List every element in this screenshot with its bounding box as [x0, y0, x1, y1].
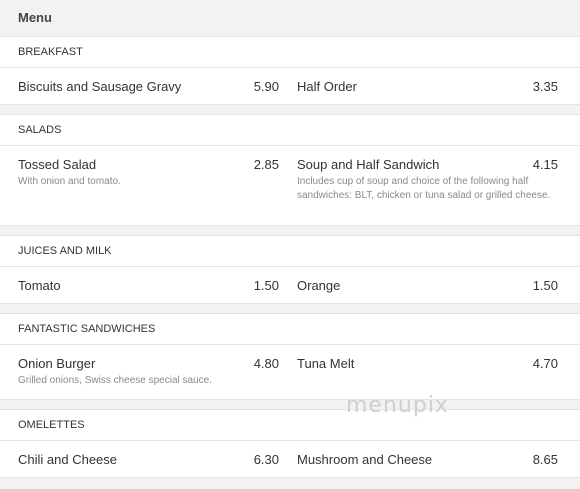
menu-item[interactable]: Biscuits and Sausage Gravy 5.90 — [0, 68, 279, 104]
item-price: 4.70 — [532, 356, 558, 371]
section-gap — [0, 400, 580, 409]
item-price: 1.50 — [532, 278, 558, 293]
item-price: 4.15 — [532, 157, 558, 172]
section-items: Onion Burger 4.80 Grilled onions, Swiss … — [0, 345, 580, 400]
watermark-logo: menupix — [346, 393, 449, 418]
item-price: 4.80 — [253, 356, 279, 371]
section-gap — [0, 304, 580, 313]
menu-item[interactable]: Soup and Half Sandwich 4.15 Includes cup… — [279, 146, 580, 225]
item-price: 1.50 — [253, 278, 279, 293]
menu-item[interactable]: Mushroom and Cheese 8.65 — [279, 441, 580, 477]
item-name: Mushroom and Cheese — [297, 452, 433, 467]
item-price: 8.65 — [532, 452, 558, 467]
section-heading: OMELETTES — [0, 409, 580, 441]
menu-item[interactable]: Tossed Salad 2.85 With onion and tomato. — [0, 146, 279, 225]
item-price: 6.30 — [253, 452, 279, 467]
menu-item[interactable]: Onion Burger 4.80 Grilled onions, Swiss … — [0, 345, 279, 399]
section-heading: SALADS — [0, 114, 580, 146]
section-heading: BREAKFAST — [0, 36, 580, 68]
item-price: 2.85 — [253, 157, 279, 172]
menu-item[interactable]: Half Order 3.35 — [279, 68, 580, 104]
item-price: 3.35 — [532, 79, 558, 94]
section-items: Chili and Cheese 6.30 Mushroom and Chees… — [0, 441, 580, 478]
item-description: Grilled onions, Swiss cheese special sau… — [18, 375, 212, 386]
menu-item[interactable]: Tomato 1.50 — [0, 267, 279, 303]
item-name: Chili and Cheese — [18, 452, 118, 467]
section-heading: FANTASTIC SANDWICHES — [0, 313, 580, 345]
section-gap — [0, 226, 580, 235]
item-price: 5.90 — [253, 79, 279, 94]
section-items: Tomato 1.50 Orange 1.50 — [0, 267, 580, 304]
item-name: Biscuits and Sausage Gravy — [18, 79, 182, 94]
section-gap — [0, 105, 580, 114]
item-description: With onion and tomato. — [18, 176, 121, 187]
item-name: Tossed Salad — [18, 157, 97, 172]
section-items: Tossed Salad 2.85 With onion and tomato.… — [0, 146, 580, 226]
item-name: Soup and Half Sandwich — [297, 157, 440, 172]
item-name: Half Order — [297, 79, 357, 94]
item-name: Tuna Melt — [297, 356, 355, 371]
section-heading: JUICES AND MILK — [0, 235, 580, 267]
menu-item[interactable]: Chili and Cheese 6.30 — [0, 441, 279, 477]
page-title: Menu — [0, 0, 580, 36]
menu-item[interactable]: Tuna Melt 4.70 — [279, 345, 580, 399]
item-name: Onion Burger — [18, 356, 96, 371]
item-name: Tomato — [18, 278, 61, 293]
item-description: Includes cup of soup and choice of the f… — [297, 176, 551, 201]
item-name: Orange — [297, 278, 341, 293]
menu-item[interactable]: Orange 1.50 — [279, 267, 580, 303]
section-items: Biscuits and Sausage Gravy 5.90 Half Ord… — [0, 68, 580, 105]
